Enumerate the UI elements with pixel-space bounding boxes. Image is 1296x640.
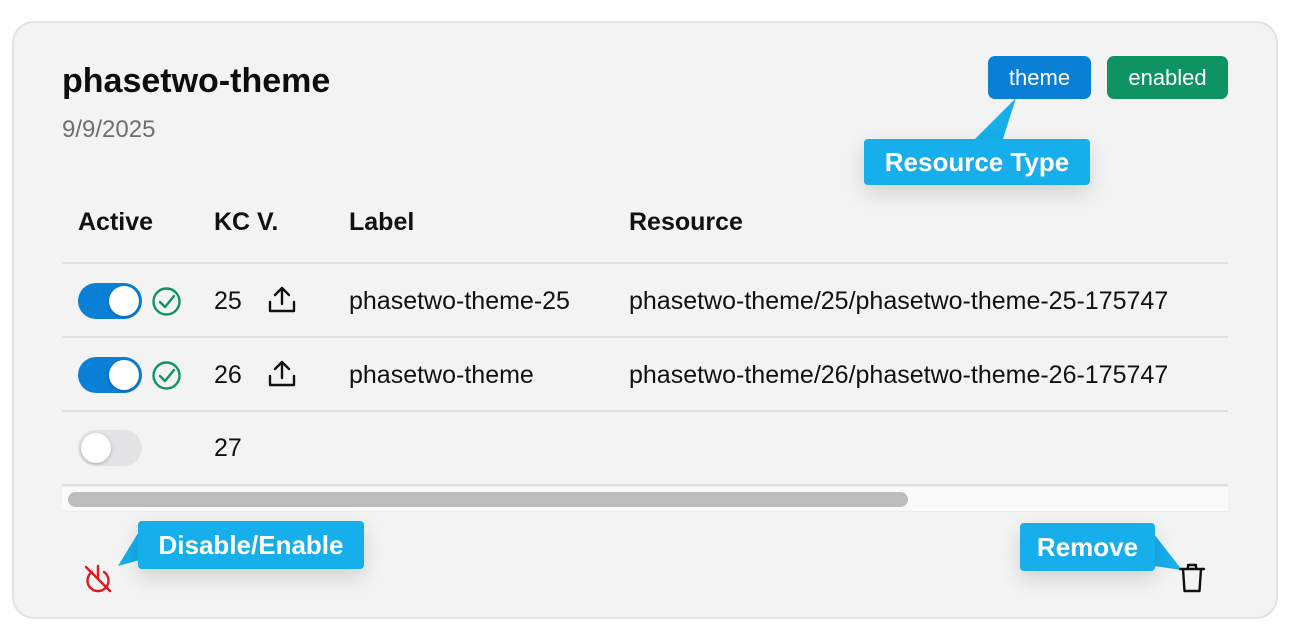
callout-resource-type: Resource Type bbox=[864, 139, 1090, 185]
resource-cell: phasetwo-theme/25/phasetwo-theme-25-1757… bbox=[629, 287, 1169, 315]
kc-version-cell: 26 bbox=[214, 361, 242, 389]
active-toggle[interactable] bbox=[78, 430, 142, 466]
label-cell: phasetwo-theme-25 bbox=[349, 287, 570, 315]
column-header-resource: Resource bbox=[629, 208, 743, 236]
power-off-icon[interactable] bbox=[82, 563, 114, 595]
resource-type-badge: theme bbox=[988, 56, 1091, 99]
check-circle-icon bbox=[152, 361, 181, 390]
column-header-label: Label bbox=[349, 208, 415, 236]
active-toggle[interactable] bbox=[78, 357, 142, 393]
horizontal-scrollbar[interactable] bbox=[62, 486, 1228, 512]
status-badge: enabled bbox=[1107, 56, 1228, 99]
row-divider bbox=[62, 336, 1228, 338]
column-header-kc-version: KC V. bbox=[214, 208, 279, 236]
scrollbar-thumb[interactable] bbox=[68, 492, 908, 507]
check-circle-icon bbox=[152, 287, 181, 316]
header-divider bbox=[62, 262, 1228, 264]
trash-icon[interactable] bbox=[1177, 561, 1207, 595]
upload-icon[interactable] bbox=[267, 359, 297, 389]
row-divider bbox=[62, 410, 1228, 412]
callout-pointer bbox=[972, 98, 1016, 142]
card-title: phasetwo-theme bbox=[62, 62, 331, 100]
kc-version-cell: 25 bbox=[214, 287, 242, 315]
active-toggle[interactable] bbox=[78, 283, 142, 319]
upload-icon[interactable] bbox=[267, 285, 297, 315]
resource-cell: phasetwo-theme/26/phasetwo-theme-26-1757… bbox=[629, 361, 1169, 389]
kc-version-cell: 27 bbox=[214, 434, 242, 462]
label-cell: phasetwo-theme bbox=[349, 361, 534, 389]
callout-disable-enable: Disable/Enable bbox=[138, 521, 364, 569]
card-date: 9/9/2025 bbox=[62, 116, 156, 143]
callout-remove: Remove bbox=[1020, 523, 1155, 571]
column-header-active: Active bbox=[78, 208, 154, 236]
